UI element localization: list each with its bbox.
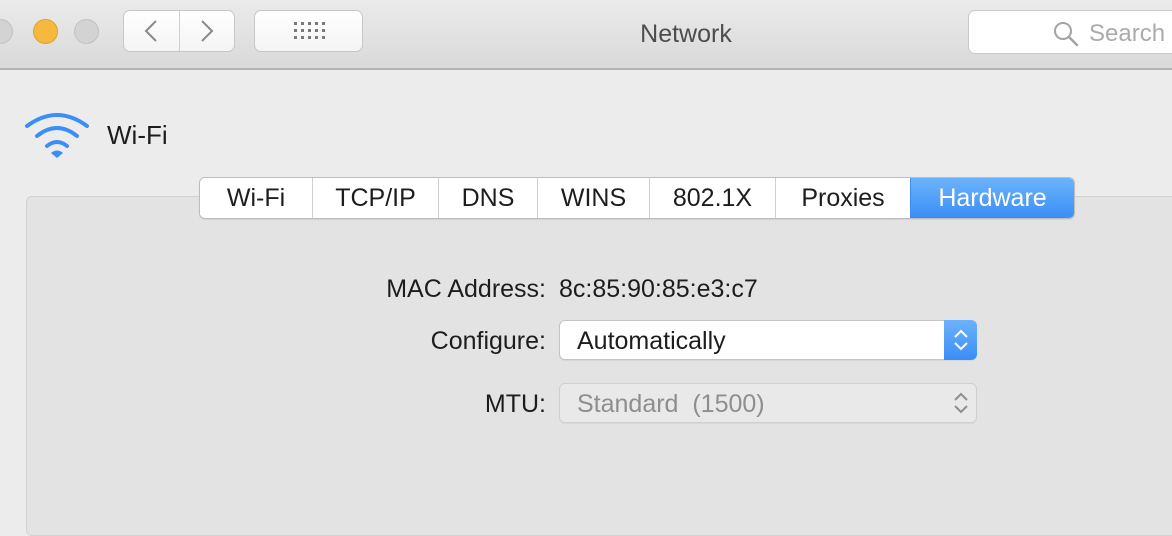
tab-wins[interactable]: WINS (537, 178, 649, 218)
configure-stepper (944, 320, 977, 360)
search-placeholder: Search (1089, 20, 1166, 47)
tab-proxies[interactable]: Proxies (775, 178, 910, 218)
chevron-updown-icon (953, 392, 968, 414)
settings-panel (26, 196, 1172, 536)
search-field[interactable]: Search (968, 10, 1172, 54)
title-bar: Network Search (0, 0, 1172, 70)
mtu-label: MTU: (484, 390, 546, 418)
zoom-window-button[interactable] (74, 19, 99, 44)
search-icon (1054, 22, 1079, 47)
close-window-button[interactable] (0, 19, 13, 44)
tab-8021x[interactable]: 802.1X (649, 178, 775, 218)
service-name: Wi-Fi (107, 120, 168, 150)
tab-hardware[interactable]: Hardware (910, 178, 1074, 218)
mac-address-value: 8c:85:90:85:e3:c7 (559, 275, 758, 303)
wifi-icon (25, 113, 89, 158)
mtu-stepper (944, 383, 977, 423)
tab-bar: Wi-Fi TCP/IP DNS WINS 802.1X Proxies Har… (199, 177, 1075, 219)
tab-tcpip[interactable]: TCP/IP (312, 178, 438, 218)
configure-popup[interactable]: Automatically (559, 320, 977, 360)
tab-dns[interactable]: DNS (438, 178, 537, 218)
minimize-window-button[interactable] (33, 19, 58, 44)
chevron-updown-icon (953, 329, 968, 351)
tab-wifi[interactable]: Wi-Fi (200, 178, 312, 218)
mtu-popup: Standard (1500) (559, 383, 977, 423)
configure-label: Configure: (430, 327, 546, 355)
configure-value: Automatically (577, 327, 726, 355)
mac-address-label: MAC Address: (386, 275, 546, 303)
mtu-value: Standard (1500) (577, 390, 765, 418)
